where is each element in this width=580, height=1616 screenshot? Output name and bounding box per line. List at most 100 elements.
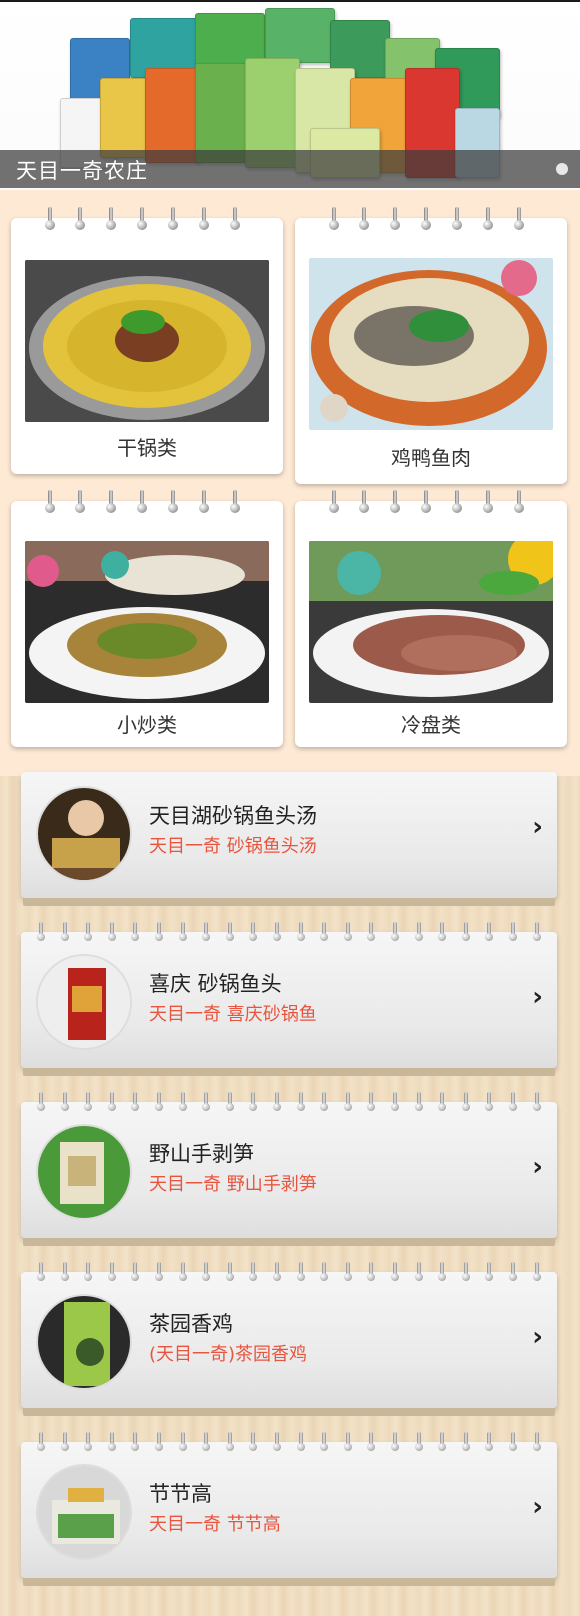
spiral-ring	[320, 922, 329, 944]
spiral-ring	[461, 1432, 470, 1454]
product-thumbnail	[36, 786, 132, 882]
category-card-stir-fry[interactable]: 小炒类	[11, 490, 283, 747]
spiral-ring	[532, 922, 541, 944]
spiral-ring	[273, 922, 281, 944]
spiral-ring	[485, 1262, 494, 1284]
category-card-cold-dish[interactable]: 冷盘类	[295, 490, 567, 747]
spiral-ring	[438, 1262, 447, 1284]
chevron-right-icon[interactable]: ›	[532, 1322, 543, 1352]
category-label: 小炒类	[117, 713, 177, 737]
list-item[interactable]: 天目湖砂锅鱼头汤 天目一奇 砂锅鱼头汤 ›	[21, 772, 557, 898]
spiral-ring	[461, 922, 470, 944]
spiral-ring	[367, 1432, 376, 1454]
category-card-poultry-fish[interactable]: 鸡鸭鱼肉	[295, 207, 567, 484]
chevron-right-icon[interactable]: ›	[532, 1152, 543, 1182]
spiral-ring	[461, 1092, 470, 1114]
spiral-ring	[320, 1432, 329, 1454]
card-spiral-rings	[295, 207, 567, 237]
spiral-ring	[178, 1092, 187, 1114]
item-spiral-rings	[27, 1092, 551, 1116]
spiral-ring	[107, 1262, 116, 1284]
item-subtitle: 天目一奇 砂锅鱼头汤	[149, 836, 317, 857]
spiral-ring	[367, 922, 376, 944]
category-grid: 干锅类 鸡鸭鱼肉 小炒类 冷盘类	[0, 190, 580, 776]
spiral-ring	[107, 922, 116, 944]
fish-head-soup-photo	[309, 258, 553, 430]
carousel-indicator-dot[interactable]	[556, 163, 568, 175]
spiral-ring	[178, 1432, 187, 1454]
spiral-ring	[296, 1432, 305, 1454]
chevron-right-icon[interactable]: ›	[532, 812, 543, 842]
card-spiral-rings	[295, 490, 567, 520]
spiral-ring	[343, 1092, 352, 1114]
banner-title: 天目一奇农庄	[16, 159, 148, 183]
stir-fry-photo	[25, 541, 269, 703]
category-label: 冷盘类	[401, 713, 461, 737]
item-spiral-rings	[27, 1432, 551, 1456]
spiral-ring	[391, 1262, 399, 1284]
spiral-ring	[414, 922, 423, 944]
spiral-ring	[60, 1432, 69, 1454]
spiral-ring	[296, 1092, 305, 1114]
banner-caption-bar: 天目一奇农庄	[0, 150, 580, 188]
spiral-ring	[532, 1092, 541, 1114]
list-item[interactable]: 节节高 天目一奇 节节高 ›	[21, 1432, 557, 1578]
spiral-ring	[37, 1262, 45, 1284]
spiral-ring	[84, 1262, 93, 1284]
spiral-ring	[225, 1432, 234, 1454]
spiral-ring	[343, 922, 352, 944]
item-spiral-rings	[27, 1262, 551, 1286]
spiral-ring	[532, 1262, 541, 1284]
spiral-ring	[84, 1092, 93, 1114]
spiral-ring	[37, 1432, 45, 1454]
item-title: 喜庆 砂锅鱼头	[149, 972, 282, 996]
spiral-ring	[178, 922, 187, 944]
spiral-ring	[509, 1262, 517, 1284]
spiral-ring	[296, 922, 305, 944]
spiral-ring	[60, 1092, 69, 1114]
spiral-ring	[225, 1262, 234, 1284]
item-subtitle: 天目一奇 喜庆砂锅鱼	[149, 1004, 317, 1025]
list-item[interactable]: 茶园香鸡 (天目一奇)茶园香鸡 ›	[21, 1262, 557, 1408]
item-title: 节节高	[149, 1482, 212, 1506]
spiral-ring	[60, 922, 69, 944]
spiral-ring	[391, 922, 399, 944]
spiral-ring	[367, 1092, 376, 1114]
spiral-ring	[131, 1262, 140, 1284]
item-title: 茶园香鸡	[149, 1312, 233, 1336]
spiral-ring	[485, 922, 494, 944]
product-thumbnail	[36, 1464, 132, 1560]
item-subtitle: 天目一奇 野山手剥笋	[149, 1174, 317, 1195]
spiral-ring	[509, 1432, 517, 1454]
spiral-ring	[414, 1262, 423, 1284]
category-card-dry-pot[interactable]: 干锅类	[11, 207, 283, 474]
spiral-ring	[438, 922, 447, 944]
spiral-ring	[155, 1262, 163, 1284]
spiral-ring	[202, 1432, 211, 1454]
item-title: 天目湖砂锅鱼头汤	[149, 804, 317, 828]
dry-pot-photo	[25, 260, 269, 422]
spiral-ring	[461, 1262, 470, 1284]
spiral-ring	[343, 1432, 352, 1454]
chevron-right-icon[interactable]: ›	[532, 1492, 543, 1522]
spiral-ring	[155, 1092, 163, 1114]
spiral-ring	[367, 1262, 376, 1284]
spiral-ring	[296, 1262, 305, 1284]
item-title: 野山手剥笋	[149, 1142, 254, 1166]
chevron-right-icon[interactable]: ›	[532, 982, 543, 1012]
cold-dish-photo	[309, 541, 553, 703]
spiral-ring	[414, 1092, 423, 1114]
spiral-ring	[249, 1262, 258, 1284]
spiral-ring	[273, 1092, 281, 1114]
spiral-ring	[509, 1092, 517, 1114]
category-label: 干锅类	[117, 436, 177, 460]
spiral-ring	[202, 922, 211, 944]
product-thumbnail	[36, 1124, 132, 1220]
card-spiral-rings	[11, 207, 283, 237]
spiral-ring	[249, 1432, 258, 1454]
list-item[interactable]: 野山手剥笋 天目一奇 野山手剥笋 ›	[21, 1092, 557, 1238]
spiral-ring	[532, 1432, 541, 1454]
list-item[interactable]: 喜庆 砂锅鱼头 天目一奇 喜庆砂锅鱼 ›	[21, 922, 557, 1068]
spiral-ring	[155, 1432, 163, 1454]
top-banner[interactable]: 天目一奇农庄	[0, 0, 580, 190]
